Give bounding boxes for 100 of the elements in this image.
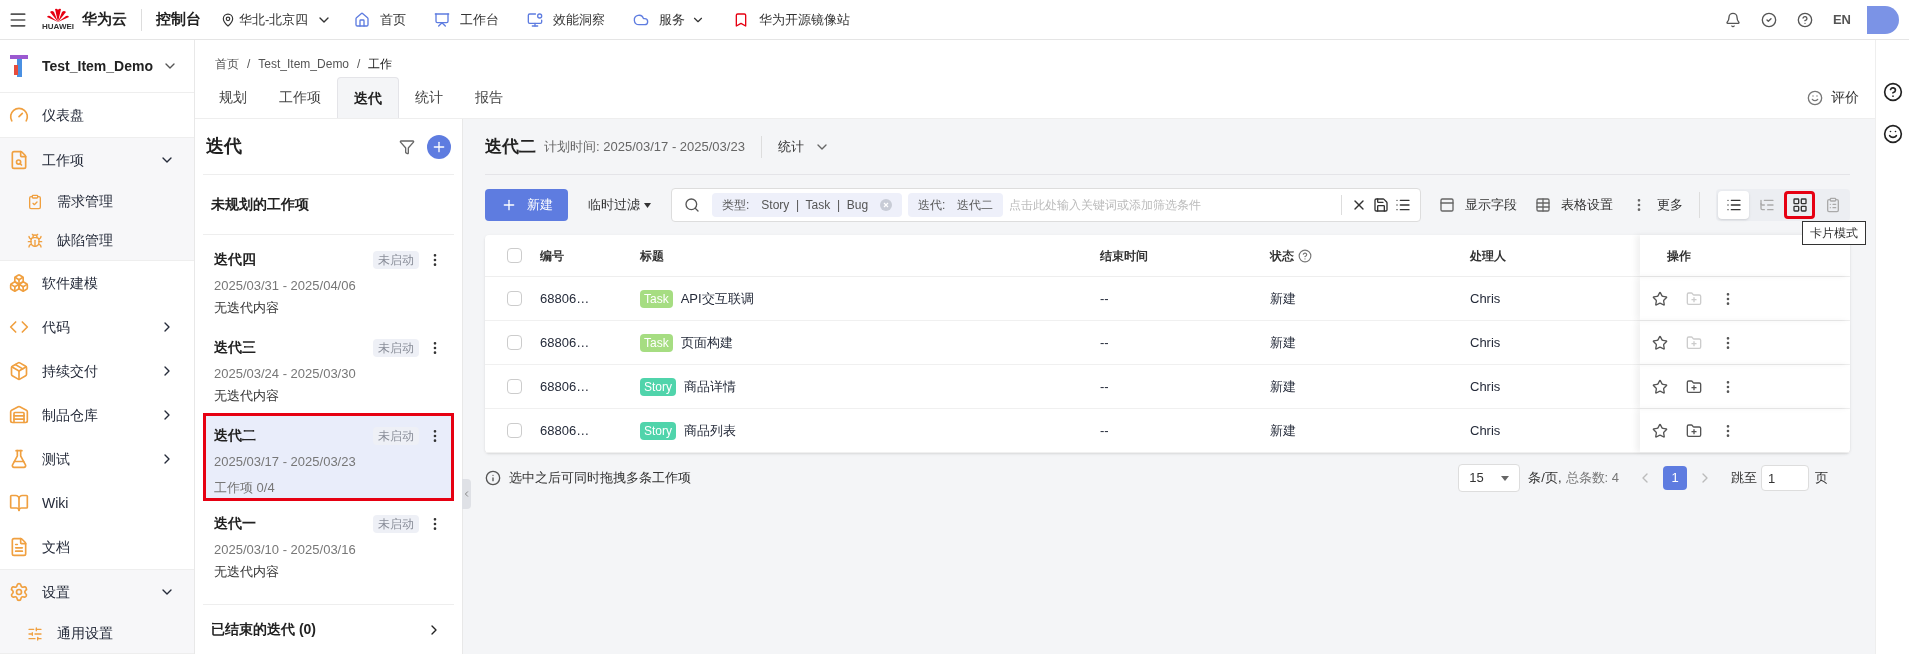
sidebar-item[interactable]: 仪表盘 — [0, 93, 194, 137]
save-icon[interactable] — [1373, 197, 1389, 213]
breadcrumb-link[interactable]: 首页 — [215, 55, 239, 73]
column-header: 状态 — [1270, 247, 1294, 265]
toolbar-icon — [1439, 197, 1455, 213]
sidebar-item[interactable]: 代码 — [0, 305, 194, 349]
filter-icon[interactable] — [399, 138, 415, 155]
iteration-content: 工作项 0/4 — [214, 478, 276, 497]
filter-chip[interactable]: 类型: Story | Task | Bug — [712, 193, 903, 217]
sidebar-item[interactable]: 测试 — [0, 437, 194, 481]
breadcrumb-link[interactable]: Test_Item_Demo — [258, 55, 350, 73]
star-icon[interactable] — [1652, 334, 1668, 351]
nav-link[interactable]: 服务 — [633, 9, 706, 30]
tab[interactable]: 统计 — [399, 77, 459, 118]
plan-time: 计划时间: 2025/03/17 - 2025/03/23 — [544, 137, 745, 156]
module-icon — [9, 361, 29, 381]
bell-icon[interactable] — [1724, 11, 1741, 28]
tab[interactable]: 规划 — [203, 77, 263, 118]
jump-page-input[interactable]: 1 — [1761, 465, 1809, 491]
project-name[interactable]: Test_Item_Demo — [42, 55, 153, 77]
add-to-icon[interactable] — [1686, 422, 1702, 439]
sidebar-subitem[interactable]: 通用设置 — [0, 614, 194, 653]
nav-link[interactable]: 首页 — [354, 9, 407, 30]
type-tag: Task — [640, 289, 673, 308]
search-field[interactable]: 类型: Story | Task | Bug 迭代: 迭代二 点击此处输入关键词或添加筛选条件 — [671, 188, 1421, 222]
view-toggle[interactable] — [1784, 191, 1815, 219]
nav-link[interactable]: 工作台 — [434, 9, 500, 30]
pin-icon — [221, 12, 235, 27]
view-toggle[interactable] — [1718, 191, 1749, 219]
toolbar-action[interactable]: 更多 — [1631, 195, 1683, 215]
tab[interactable]: 报告 — [459, 77, 519, 118]
unplanned-items-link[interactable]: 未规划的工作项 — [203, 175, 454, 235]
row-checkbox[interactable] — [507, 423, 522, 438]
tab[interactable]: 迭代 — [337, 77, 399, 118]
avatar[interactable] — [1867, 5, 1899, 34]
feedback-button[interactable]: 评价 — [1807, 87, 1859, 108]
region-selector[interactable]: 华北-北京四 — [221, 9, 333, 30]
table-cell-text: 新建 — [1270, 421, 1297, 440]
table-cell-text: 68806… — [540, 421, 591, 440]
closed-iterations-link[interactable]: 已结束的迭代 (0) — [203, 604, 454, 654]
page-size-select[interactable]: 15 — [1458, 464, 1521, 492]
table-cell-text: 68806… — [540, 289, 591, 308]
page-button[interactable]: 1 — [1663, 466, 1687, 490]
add-iteration-button[interactable] — [427, 134, 451, 159]
sidebar-item[interactable]: 软件建模 — [0, 261, 194, 305]
sidebar-item[interactable]: Wiki — [0, 481, 194, 525]
item-title-link[interactable]: 商品列表 — [684, 420, 736, 441]
star-icon[interactable] — [1652, 290, 1668, 307]
sidebar-item[interactable]: 设置 — [0, 570, 194, 614]
iteration-card[interactable]: 迭代二 未启动 2025/03/17 - 2025/03/23 工作项 0/4 — [203, 413, 454, 501]
stats-dropdown[interactable]: 统计 — [777, 136, 830, 157]
add-to-icon[interactable] — [1686, 378, 1702, 395]
sidebar-item[interactable]: 工作项 — [0, 138, 194, 182]
sidebar-subitem[interactable]: 需求管理 — [0, 182, 194, 221]
list-icon[interactable] — [1395, 197, 1411, 213]
console-label[interactable]: 控制台 — [156, 8, 201, 31]
help-icon[interactable] — [1882, 82, 1903, 102]
iteration-dates: 2025/03/10 - 2025/03/16 — [214, 541, 357, 559]
type-tag: Task — [640, 333, 673, 352]
sidebar-subitem[interactable]: 缺陷管理 — [0, 221, 194, 260]
nav-link[interactable]: 华为开源镜像站 — [733, 9, 851, 30]
nav-icon — [434, 11, 451, 28]
tab[interactable]: 工作项 — [263, 77, 337, 118]
star-icon[interactable] — [1652, 422, 1668, 439]
iteration-name: 迭代二 — [214, 426, 256, 445]
smiley-icon[interactable] — [1882, 124, 1903, 144]
item-title-link[interactable]: 页面构建 — [680, 332, 733, 353]
column-header: 操作 — [1667, 247, 1691, 265]
table-cell-text: 新建 — [1270, 289, 1297, 308]
toolbar-action[interactable]: 表格设置 — [1535, 195, 1613, 215]
search-input[interactable]: 点击此处输入关键词或添加筛选条件 — [1009, 196, 1335, 214]
language-link[interactable]: EN — [1832, 9, 1851, 30]
view-icon — [1824, 197, 1841, 213]
filter-chip[interactable]: 迭代: 迭代二 — [908, 193, 1004, 217]
check-circle-icon[interactable] — [1760, 11, 1777, 28]
new-button[interactable]: 新建 — [485, 189, 568, 221]
toolbar-action[interactable]: 显示字段 — [1439, 195, 1517, 215]
sidebar-item[interactable]: 制品仓库 — [0, 393, 194, 437]
sidebar-item[interactable]: 文档 — [0, 525, 194, 569]
select-all-checkbox[interactable] — [507, 248, 522, 263]
per-page-label: 条/页, — [1528, 469, 1562, 488]
table-cell-text: Chris — [1470, 289, 1502, 308]
row-checkbox[interactable] — [507, 291, 522, 306]
iteration-content: 无迭代内容 — [214, 562, 280, 581]
sidebar-item[interactable]: 持续交付 — [0, 349, 194, 393]
nav-link[interactable]: 效能洞察 — [527, 9, 606, 30]
table-cell-text: Chris — [1470, 421, 1502, 440]
collapse-handle[interactable] — [462, 479, 471, 509]
iteration-name: 迭代三 — [214, 338, 256, 357]
brand-name[interactable]: 华为云 — [82, 8, 127, 31]
star-icon[interactable] — [1652, 378, 1668, 395]
item-title-link[interactable]: 商品详情 — [684, 376, 736, 397]
row-checkbox[interactable] — [507, 379, 522, 394]
column-header: 编号 — [540, 247, 564, 265]
status-badge: 未启动 — [373, 426, 419, 445]
item-title-link[interactable]: API交互联调 — [680, 288, 754, 309]
help-icon[interactable] — [1796, 11, 1813, 28]
module-icon — [9, 449, 29, 469]
row-checkbox[interactable] — [507, 335, 522, 350]
quick-filter-dropdown[interactable]: 临时过滤 — [588, 195, 651, 215]
